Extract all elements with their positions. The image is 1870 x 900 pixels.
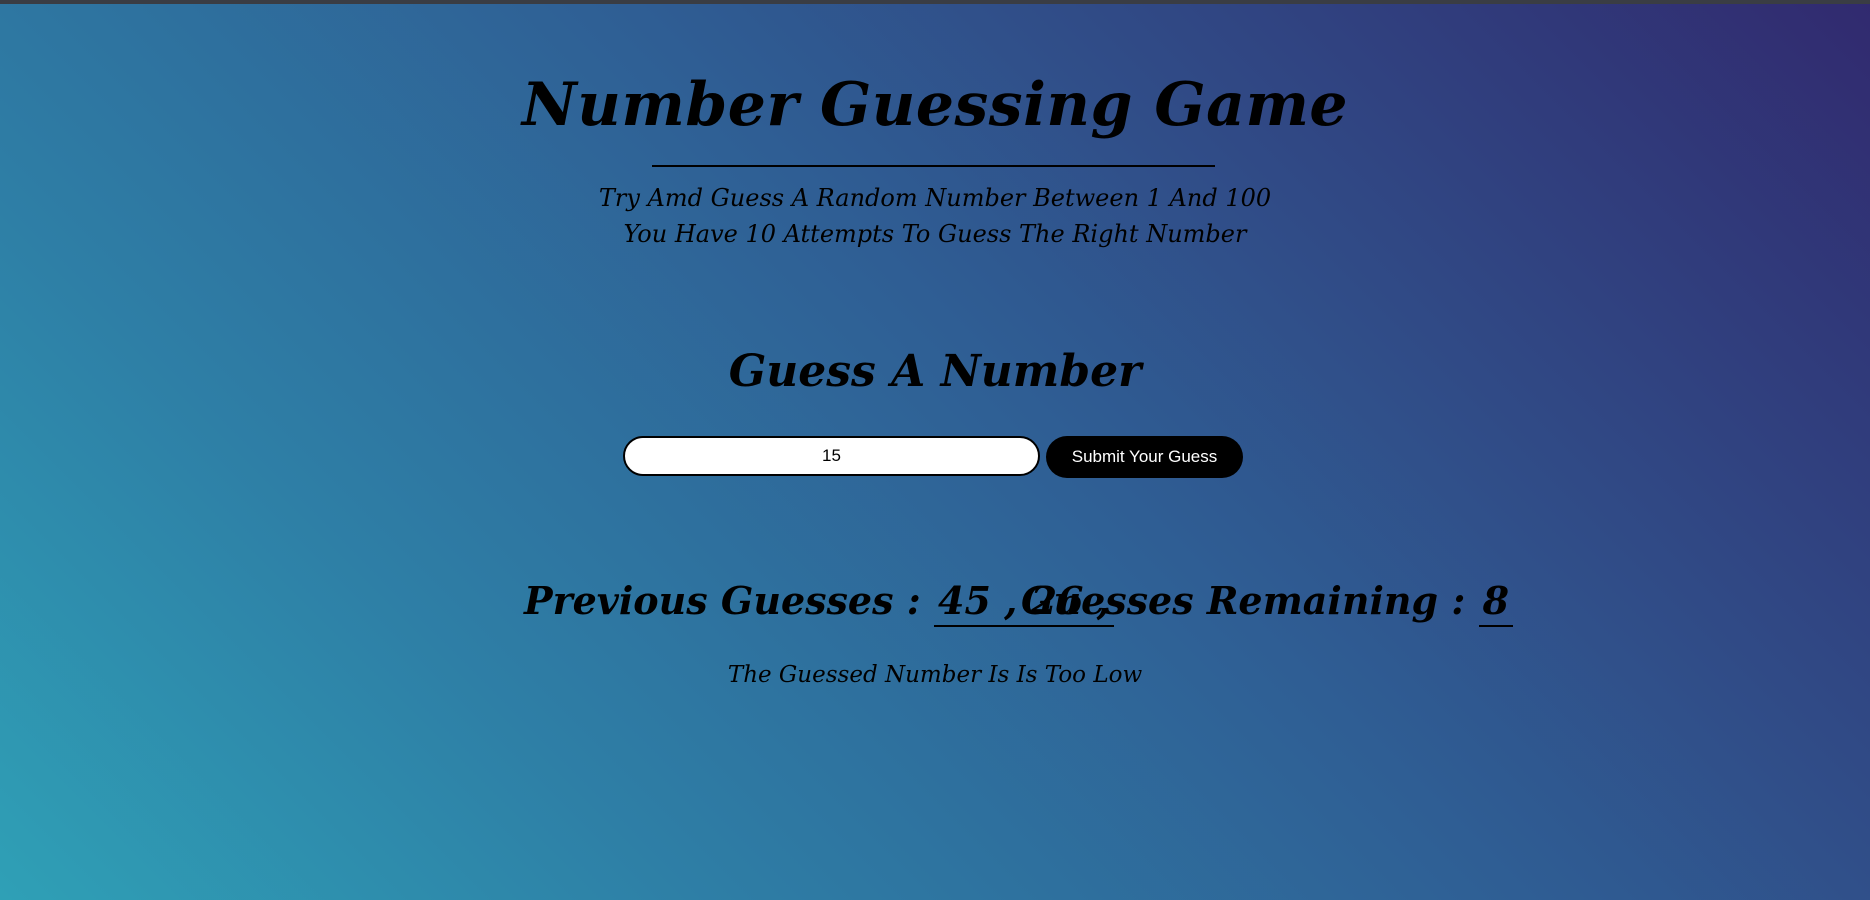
stats-row: Previous Guesses : 45 , 26 , Guesses Rem… <box>0 578 1870 638</box>
game-container: Number Guessing Game Try Amd Guess A Ran… <box>0 0 1870 900</box>
previous-guesses-label: Previous Guesses : <box>524 578 921 623</box>
guesses-remaining-value: 8 <box>1478 578 1514 627</box>
title-divider <box>652 165 1215 167</box>
guesses-remaining-label: Guesses Remaining : <box>1021 578 1466 623</box>
instructions-line-2: You Have 10 Attempts To Guess The Right … <box>623 220 1247 248</box>
page-title: Number Guessing Game <box>521 70 1349 140</box>
guesses-remaining: Guesses Remaining : 8 <box>1021 578 1514 627</box>
submit-guess-button[interactable]: Submit Your Guess <box>1046 436 1243 478</box>
instructions-line-1: Try Amd Guess A Random Number Between 1 … <box>598 184 1272 212</box>
guess-input[interactable] <box>623 436 1040 476</box>
guess-form: Submit Your Guess <box>623 436 1243 478</box>
guess-heading: Guess A Number <box>728 346 1142 397</box>
feedback-message: The Guessed Number Is Is Too Low <box>727 662 1143 688</box>
